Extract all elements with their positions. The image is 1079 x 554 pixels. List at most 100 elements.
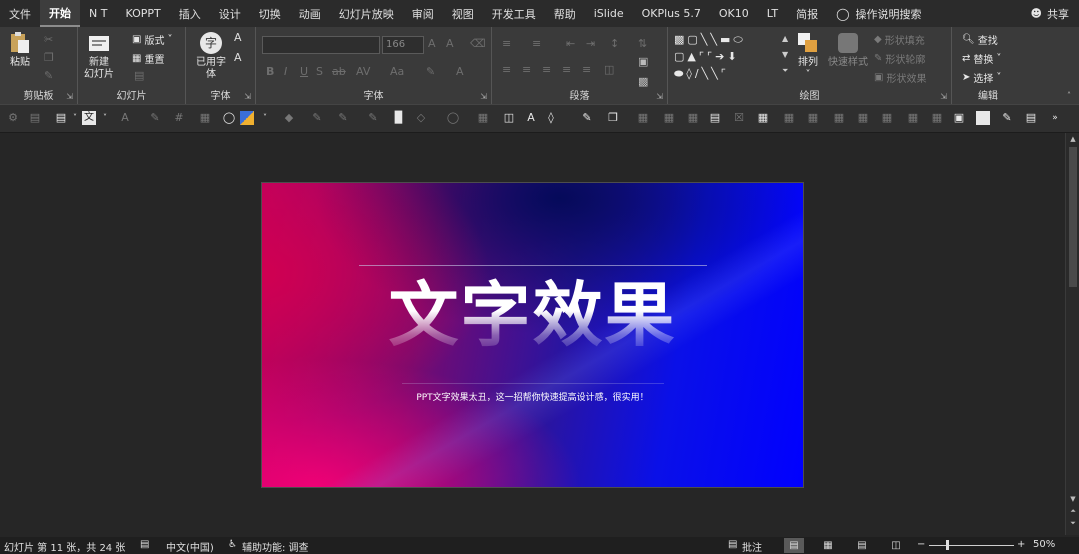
columns-icon[interactable]: ◫ bbox=[502, 111, 516, 125]
spacing-icon[interactable]: AV bbox=[356, 65, 370, 78]
toolbar-tool-icon[interactable]: ▦ bbox=[662, 111, 676, 125]
eyedropper-icon[interactable]: ✎ bbox=[310, 111, 324, 125]
next-slide-icon[interactable]: ⏷ bbox=[1066, 519, 1079, 528]
align-text-icon[interactable]: ▣ bbox=[638, 55, 648, 68]
increase-indent-icon[interactable]: ⇥ bbox=[586, 37, 595, 50]
toolbar-tool-icon[interactable]: ▦ bbox=[198, 111, 212, 125]
new-slide-button[interactable]: 新建 幻灯片 bbox=[84, 31, 114, 81]
scroll-up-icon[interactable]: ▲ bbox=[1066, 135, 1079, 143]
bar-chart-icon[interactable]: ▉ bbox=[392, 111, 406, 125]
highlight-icon[interactable]: ✎ bbox=[426, 65, 435, 78]
collapse-ribbon-icon[interactable]: ˄ bbox=[1067, 91, 1071, 100]
toolbar-tool-icon[interactable]: ▦ bbox=[756, 111, 770, 125]
quick-styles-button[interactable]: 快速样式 bbox=[828, 31, 868, 69]
comment-icon[interactable]: ▤ bbox=[728, 539, 737, 550]
textbox-icon[interactable]: ▤ bbox=[54, 111, 68, 125]
reading-view-button[interactable]: ▤ bbox=[852, 538, 872, 553]
replace-button[interactable]: ⇄ 替换 ˅ bbox=[962, 51, 1001, 66]
tab-lt[interactable]: LT bbox=[758, 0, 787, 27]
text-direction-icon[interactable]: ⇅ bbox=[638, 37, 647, 50]
change-case-icon[interactable]: Aa bbox=[390, 65, 404, 78]
tab-developer[interactable]: 开发工具 bbox=[483, 0, 545, 27]
font-color-icon[interactable]: A bbox=[456, 65, 464, 78]
tab-home[interactable]: 开始 bbox=[40, 0, 80, 27]
scroll-down-icon[interactable]: ▼ bbox=[1066, 495, 1079, 503]
tab-ok10[interactable]: OK10 bbox=[710, 0, 758, 27]
scroll-thumb[interactable] bbox=[1069, 147, 1077, 287]
tab-file[interactable]: 文件 bbox=[0, 0, 40, 27]
shape-icon[interactable]: ◯ bbox=[446, 111, 460, 125]
copy-icon[interactable]: ❐ bbox=[44, 51, 54, 64]
tab-review[interactable]: 审阅 bbox=[403, 0, 443, 27]
dialog-launcher-icon[interactable]: ⇲ bbox=[244, 92, 251, 101]
arrange-button[interactable]: 排列 ˅ bbox=[796, 31, 820, 81]
slide-title[interactable]: 文字效果 bbox=[262, 275, 803, 355]
dialog-launcher-icon[interactable]: ⇲ bbox=[66, 92, 73, 101]
distribute-icon[interactable]: ≡ bbox=[582, 63, 591, 76]
find-button[interactable]: 🔍︎ 查找 bbox=[962, 32, 998, 47]
font-name-input[interactable] bbox=[262, 36, 380, 54]
tab-okplus[interactable]: OKPlus 5.7 bbox=[633, 0, 710, 27]
accessibility-icon[interactable]: ♿ bbox=[228, 539, 237, 550]
brush-icon[interactable]: ✎ bbox=[1000, 111, 1014, 125]
tab-insert[interactable]: 插入 bbox=[170, 0, 210, 27]
paste-button[interactable]: 粘贴 bbox=[8, 31, 32, 69]
italic-icon[interactable]: I bbox=[284, 65, 287, 78]
zoom-slider[interactable] bbox=[929, 545, 1014, 546]
chevron-down-icon[interactable]: ˅ bbox=[68, 111, 82, 125]
eyedropper-icon[interactable]: ✎ bbox=[148, 111, 162, 125]
toolbar-tool-icon[interactable]: ▦ bbox=[636, 111, 650, 125]
slide-sorter-button[interactable]: ▦ bbox=[818, 538, 838, 553]
toolbar-tool-icon[interactable]: ▤ bbox=[708, 111, 722, 125]
image-icon[interactable]: ▤ bbox=[1024, 111, 1038, 125]
font-a-icon[interactable]: A bbox=[118, 111, 132, 125]
toolbar-tool-icon[interactable]: ☒ bbox=[732, 111, 746, 125]
reset-button[interactable]: ▦ 重置 bbox=[132, 51, 164, 66]
tell-me-search[interactable]: ◯ 操作说明搜索 bbox=[827, 0, 930, 27]
align-right-icon[interactable]: ≡ bbox=[542, 63, 551, 76]
tab-design[interactable]: 设计 bbox=[210, 0, 250, 27]
slideshow-button[interactable]: ◫ bbox=[886, 538, 906, 553]
justify-icon[interactable]: ≡ bbox=[562, 63, 571, 76]
tab-view[interactable]: 视图 bbox=[443, 0, 483, 27]
color-palette-icon[interactable] bbox=[240, 111, 254, 125]
zoom-slider-thumb[interactable] bbox=[946, 540, 949, 550]
tab-help[interactable]: 帮助 bbox=[545, 0, 585, 27]
dialog-launcher-icon[interactable]: ⇲ bbox=[656, 92, 663, 101]
fill-icon[interactable]: ◆ bbox=[282, 111, 296, 125]
columns-icon[interactable]: ◫ bbox=[604, 63, 614, 76]
slide-subtitle[interactable]: PPT文字效果太丑，这一招帮你快速提高设计感，很实用！ bbox=[262, 390, 803, 403]
normal-view-button[interactable]: ▤ bbox=[784, 538, 804, 553]
dialog-launcher-icon[interactable]: ⇲ bbox=[940, 92, 947, 101]
gallery-scroll-icon[interactable]: ▲ ▼ ⏷ bbox=[782, 31, 788, 79]
shadow-icon[interactable]: S bbox=[316, 65, 323, 78]
underline-icon[interactable]: U bbox=[300, 65, 308, 78]
toolbar-tool-icon[interactable]: ▦ bbox=[906, 111, 920, 125]
pen-icon[interactable]: ✎ bbox=[336, 111, 350, 125]
previous-slide-icon[interactable]: ⏶ bbox=[1066, 507, 1079, 516]
spell-check-icon[interactable]: ▤ bbox=[140, 539, 149, 550]
zoom-level[interactable]: 50% bbox=[1033, 539, 1055, 550]
select-button[interactable]: ➤ 选择 ˅ bbox=[962, 70, 1001, 85]
hash-icon[interactable]: # bbox=[172, 111, 186, 125]
numbering-icon[interactable]: ≡ bbox=[532, 37, 541, 50]
tab-slideshow[interactable]: 幻灯片放映 bbox=[330, 0, 403, 27]
line-spacing-icon[interactable]: ↕ bbox=[610, 37, 619, 50]
decrease-indent-icon[interactable]: ⇤ bbox=[566, 37, 575, 50]
zoom-in-button[interactable]: + bbox=[1017, 539, 1025, 550]
tab-koppt[interactable]: KOPPT bbox=[116, 0, 169, 27]
notes-button[interactable]: 批注 bbox=[742, 539, 762, 554]
toolbar-tool-icon[interactable]: ▦ bbox=[686, 111, 700, 125]
toolbar-tool-icon[interactable]: ▦ bbox=[476, 111, 490, 125]
tab-islide[interactable]: iSlide bbox=[585, 0, 633, 27]
layout-button[interactable]: ▣ 版式 ˅ bbox=[132, 32, 172, 47]
dialog-launcher-icon[interactable]: ⇲ bbox=[480, 92, 487, 101]
grow-font-icon[interactable]: A bbox=[234, 31, 242, 44]
language-indicator[interactable]: 中文(中国) bbox=[166, 539, 214, 554]
toolbar-tool-icon[interactable]: ▦ bbox=[806, 111, 820, 125]
bold-icon[interactable]: B bbox=[266, 65, 274, 78]
eyedropper-icon[interactable]: ✎ bbox=[366, 111, 380, 125]
rectangle-icon[interactable] bbox=[976, 111, 990, 125]
toolbar-tool-icon[interactable]: ▦ bbox=[856, 111, 870, 125]
decrease-font-icon[interactable]: A bbox=[446, 37, 454, 50]
